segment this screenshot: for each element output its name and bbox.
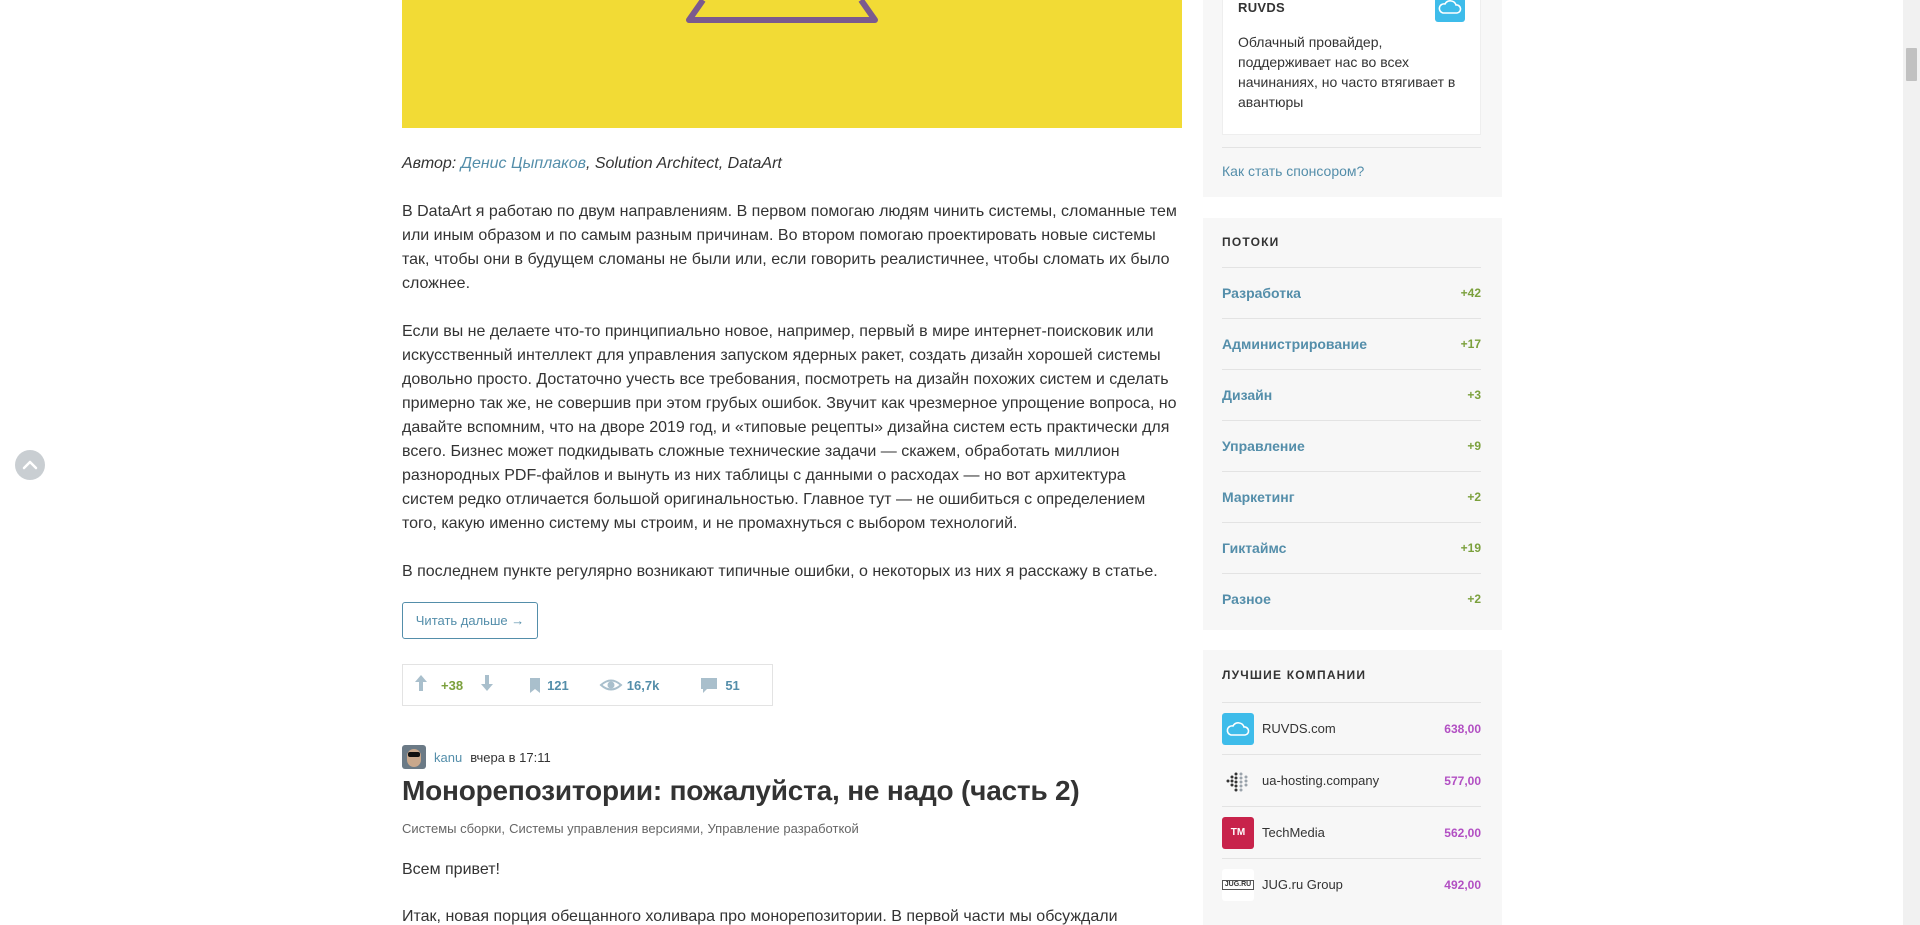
- author-suffix: , Solution Architect, DataArt: [585, 155, 782, 172]
- post-author-link[interactable]: kanu: [434, 750, 462, 765]
- flow-item[interactable]: Администрирование +17: [1222, 318, 1481, 369]
- article-hero-image: [402, 0, 1182, 128]
- company-item[interactable]: RUVDS.com 638,00: [1222, 702, 1481, 754]
- become-sponsor-link[interactable]: Как стать спонсором?: [1222, 163, 1364, 179]
- divider: [1222, 147, 1481, 148]
- flow-item[interactable]: Разработка +42: [1222, 267, 1481, 318]
- flow-item[interactable]: Маркетинг +2: [1222, 471, 1481, 522]
- flow-count: +42: [1460, 286, 1481, 300]
- comments-count: 51: [725, 677, 740, 693]
- flows-block: ПОТОКИ Разработка +42 Администрирование …: [1203, 218, 1502, 630]
- post-hubs: Системы сборки, Системы управления верси…: [402, 821, 863, 836]
- company-rating: 638,00: [1444, 721, 1481, 736]
- flow-name[interactable]: Гиктаймс: [1222, 540, 1286, 556]
- chevron-up-icon: [22, 460, 38, 470]
- ua-hosting-logo-icon: [1222, 765, 1254, 797]
- flow-name[interactable]: Разработка: [1222, 285, 1301, 301]
- ruvds-cloud-icon: [1435, 0, 1465, 22]
- avatar[interactable]: [402, 745, 426, 769]
- flows-list: Разработка +42 Администрирование +17 Диз…: [1222, 267, 1481, 624]
- vote-down-icon[interactable]: [477, 672, 497, 699]
- companies-title: ЛУЧШИЕ КОМПАНИИ: [1222, 668, 1367, 682]
- company-name[interactable]: RUVDS.com: [1262, 721, 1444, 736]
- company-rating: 577,00: [1444, 773, 1481, 788]
- flow-count: +17: [1460, 337, 1481, 351]
- sponsor-block: RUVDS Облачный провайдер, поддерживает н…: [1203, 0, 1502, 197]
- flow-count: +2: [1467, 592, 1481, 606]
- techmedia-logo-icon: TM: [1222, 816, 1254, 849]
- scroll-to-top-button[interactable]: [15, 450, 45, 480]
- company-name[interactable]: ua-hosting.company: [1262, 773, 1444, 788]
- bookmark-count: 121: [547, 677, 569, 693]
- company-item[interactable]: TM TechMedia 562,00: [1222, 806, 1481, 858]
- post-stats-bar: +38 121 16,7k 51: [402, 664, 773, 706]
- article-paragraph: В DataArt я работаю по двум направлениям…: [402, 203, 1177, 292]
- sponsor-card[interactable]: RUVDS Облачный провайдер, поддерживает н…: [1222, 0, 1481, 135]
- company-item[interactable]: ua-hosting.company 577,00: [1222, 754, 1481, 806]
- post-time: вчера в 17:11: [470, 749, 551, 765]
- company-name[interactable]: JUG.ru Group: [1262, 877, 1444, 892]
- flow-name[interactable]: Дизайн: [1222, 387, 1272, 403]
- read-more-button[interactable]: Читать дальше →: [402, 602, 538, 639]
- company-name[interactable]: TechMedia: [1262, 825, 1444, 840]
- eye-icon: [599, 675, 623, 695]
- bookmark-icon: [527, 675, 543, 695]
- flow-name[interactable]: Управление: [1222, 438, 1305, 454]
- post-meta: kanu вчера в 17:11: [402, 745, 551, 769]
- flow-name[interactable]: Разное: [1222, 591, 1271, 607]
- author-prefix: Автор:: [402, 155, 461, 172]
- company-rating: 492,00: [1444, 877, 1481, 892]
- comments-link[interactable]: 51: [699, 675, 740, 695]
- scrollbar-thumb[interactable]: [1906, 48, 1917, 81]
- jug-logo-text: JUG.RU: [1222, 879, 1254, 890]
- flow-item[interactable]: Гиктаймс +19: [1222, 522, 1481, 573]
- views-counter: 16,7k: [599, 675, 660, 695]
- post-paragraph: Итак, новая порция обещанного холивара п…: [402, 908, 1118, 925]
- hub-link[interactable]: Управление разработкой: [708, 821, 859, 836]
- article-author-line: Автор: Денис Цыплаков, Solution Architec…: [402, 155, 782, 173]
- flow-name[interactable]: Администрирование: [1222, 336, 1367, 352]
- flow-item[interactable]: Дизайн +3: [1222, 369, 1481, 420]
- flow-item[interactable]: Разное +2: [1222, 573, 1481, 624]
- vote-up-icon[interactable]: [411, 672, 431, 699]
- bookmark-control[interactable]: 121: [527, 675, 569, 695]
- flow-count: +19: [1460, 541, 1481, 555]
- ruvds-logo-icon: [1222, 712, 1254, 745]
- article-paragraph: В последнем пункте регулярно возникают т…: [402, 563, 1158, 580]
- hub-link[interactable]: Системы сборки,: [402, 821, 505, 836]
- post-paragraph: Всем привет!: [402, 861, 500, 878]
- author-link[interactable]: Денис Цыплаков: [461, 155, 586, 172]
- post-score: +38: [441, 677, 464, 693]
- company-item[interactable]: JUG.RU JUG.ru Group 492,00: [1222, 858, 1481, 910]
- flows-title: ПОТОКИ: [1222, 235, 1280, 249]
- article-paragraph: Если вы не делаете что-то принципиально …: [402, 323, 1177, 532]
- companies-list: RUVDS.com 638,00 ua-hosting.company 577,…: [1222, 702, 1481, 910]
- flow-item[interactable]: Управление +9: [1222, 420, 1481, 471]
- sponsor-name: RUVDS: [1238, 0, 1286, 15]
- flow-count: +9: [1467, 439, 1481, 453]
- post-title-link[interactable]: Монорепозитории: пожалуйста, не надо (ча…: [402, 773, 1080, 809]
- jug-logo-icon: JUG.RU: [1222, 868, 1254, 901]
- views-count: 16,7k: [626, 677, 660, 693]
- sponsor-description: Облачный провайдер, поддерживает нас во …: [1238, 34, 1456, 110]
- hub-link[interactable]: Системы управления версиями,: [509, 821, 703, 836]
- comment-icon: [699, 675, 719, 695]
- flow-count: +3: [1467, 388, 1481, 402]
- top-companies-block: ЛУЧШИЕ КОМПАНИИ RUVDS.com 638,00 ua-host…: [1203, 650, 1502, 925]
- voting: +38: [411, 672, 497, 699]
- flow-name[interactable]: Маркетинг: [1222, 489, 1295, 505]
- page-scrollbar[interactable]: [1903, 0, 1920, 925]
- company-rating: 562,00: [1444, 825, 1481, 840]
- flow-count: +2: [1467, 490, 1481, 504]
